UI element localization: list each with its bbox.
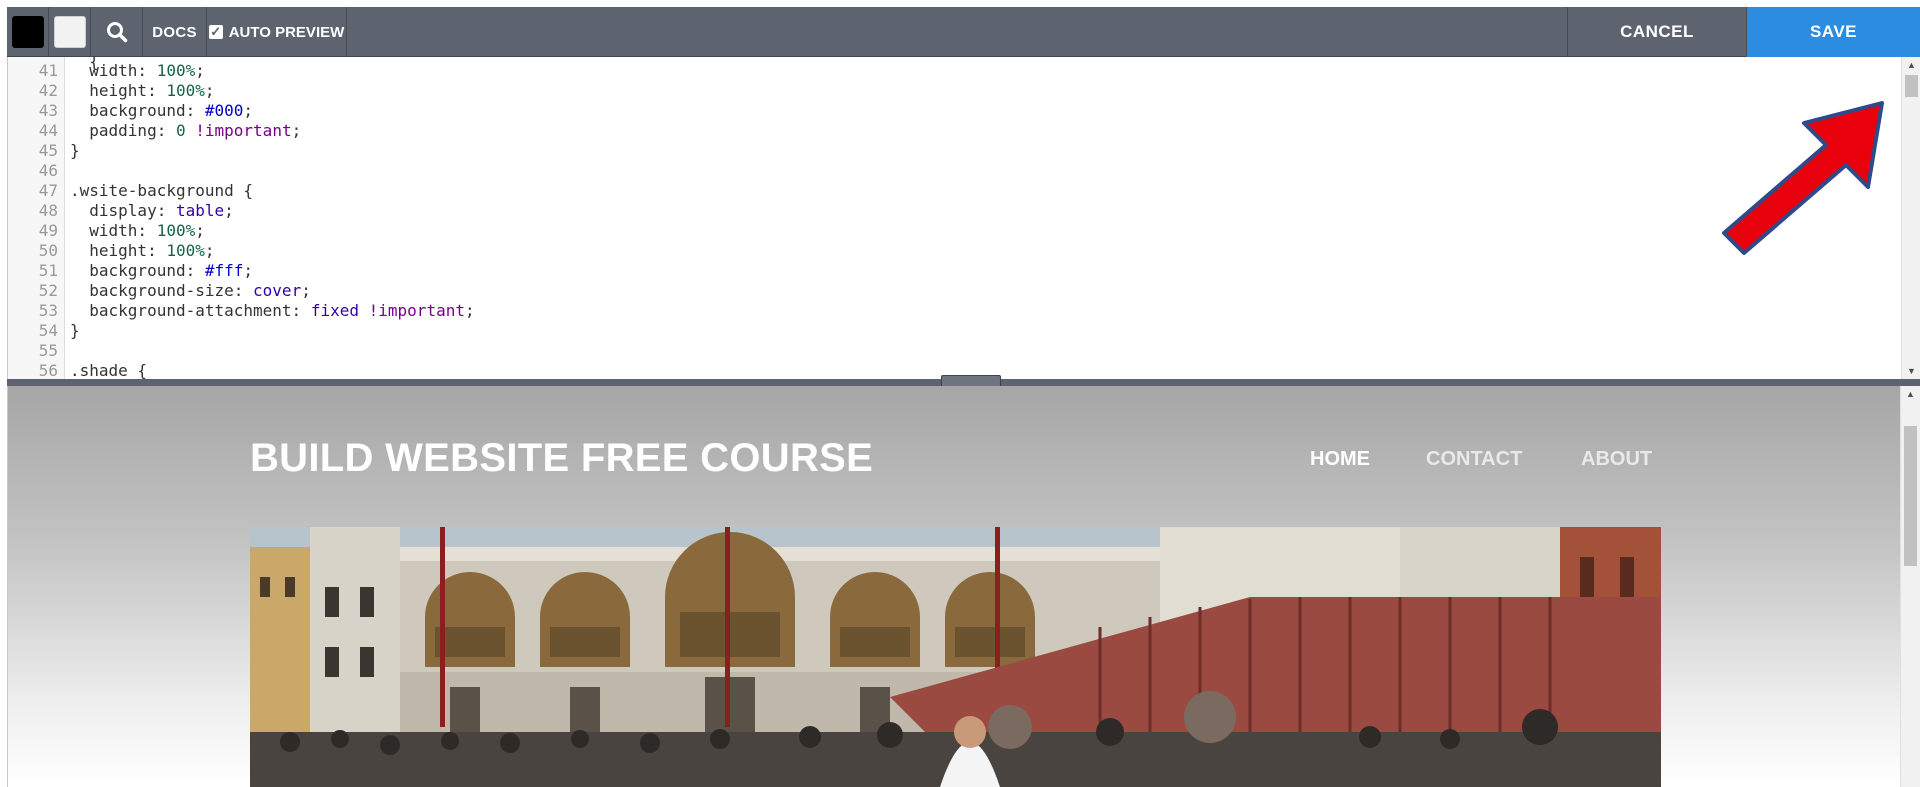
code-line[interactable]: 48 display: table; xyxy=(8,201,1888,221)
code-line[interactable]: 53 background-attachment: fixed !importa… xyxy=(8,301,1888,321)
site-preview: BUILD WEBSITE FREE COURSE HOME CONTACT A… xyxy=(7,386,1902,787)
editor-preview-splitter xyxy=(7,375,1920,389)
code-text: background: #fff; xyxy=(70,261,254,280)
docs-label: DOCS xyxy=(152,23,197,41)
code-text: height: 100%; xyxy=(70,241,215,260)
save-label: SAVE xyxy=(1809,22,1858,41)
code-line[interactable]: 50 height: 100%; xyxy=(8,241,1888,261)
scroll-down-icon[interactable]: ▼ xyxy=(1902,363,1920,379)
scroll-up-icon[interactable]: ▲ xyxy=(1901,386,1920,402)
black-swatch-icon xyxy=(11,16,44,48)
code-text: width: 100%; xyxy=(70,221,205,240)
light-theme-button[interactable] xyxy=(49,7,91,57)
save-button[interactable]: SAVE xyxy=(1747,7,1920,57)
nav-home[interactable]: HOME xyxy=(1310,448,1370,471)
code-line[interactable]: 52 background-size: cover; xyxy=(8,281,1888,301)
editor-scrollbar[interactable]: ▲ ▼ xyxy=(1901,57,1920,379)
search-icon xyxy=(106,22,127,43)
nav-about[interactable]: ABOUT xyxy=(1581,448,1652,471)
code-line[interactable]: 51 background: #fff; xyxy=(8,261,1888,281)
code-line[interactable]: 46 xyxy=(8,161,1888,181)
hero-photo-illustration xyxy=(250,527,1661,787)
code-line[interactable]: 54} xyxy=(8,321,1888,341)
code-text: background-attachment: fixed !important; xyxy=(70,301,475,320)
search-button[interactable] xyxy=(91,7,143,57)
preview-scroll-thumb[interactable] xyxy=(1904,426,1917,566)
editor-toolbar: DOCS ✓ AUTO PREVIEW CANCEL SAVE xyxy=(7,7,1920,57)
code-line[interactable]: 47 .wsite-background { xyxy=(8,181,1888,201)
cancel-label: CANCEL xyxy=(1620,22,1694,41)
code-line[interactable]: 44 padding: 0 !important; xyxy=(8,121,1888,141)
dark-theme-button[interactable] xyxy=(7,7,49,57)
site-title[interactable]: BUILD WEBSITE FREE COURSE xyxy=(250,436,873,481)
code-line[interactable]: 42 height: 100%; xyxy=(8,81,1888,101)
docs-button[interactable]: DOCS xyxy=(143,7,207,57)
auto-preview-label: AUTO PREVIEW xyxy=(228,23,345,41)
red-arrow-icon xyxy=(1722,101,1884,255)
cancel-button[interactable]: CANCEL xyxy=(1567,7,1747,57)
code-line[interactable]: 41 width: 100%; xyxy=(8,61,1888,81)
code-line[interactable]: 49 width: 100%; xyxy=(8,221,1888,241)
code-text: background-size: cover; xyxy=(70,281,311,300)
scroll-up-icon[interactable]: ▲ xyxy=(1902,57,1920,73)
code-text: display: table; xyxy=(70,201,234,220)
code-line[interactable]: 45} xyxy=(8,141,1888,161)
code-text: padding: 0 !important; xyxy=(70,121,302,140)
hero-photo xyxy=(250,527,1661,787)
nav-contact[interactable]: CONTACT xyxy=(1426,448,1522,471)
editor-scroll-thumb[interactable] xyxy=(1905,75,1918,97)
code-line[interactable]: 43 background: #000; xyxy=(8,101,1888,121)
white-swatch-icon xyxy=(53,16,86,48)
code-text: background: #000; xyxy=(70,101,254,120)
code-text: width: 100%; xyxy=(70,61,205,80)
code-line[interactable]: 55 xyxy=(8,341,1888,361)
auto-preview-toggle[interactable]: ✓ AUTO PREVIEW xyxy=(207,7,347,57)
preview-scrollbar[interactable]: ▲ xyxy=(1900,386,1920,787)
css-code-editor[interactable]: { 41 width: 100%; 42 height: 100%; 43 ba… xyxy=(7,57,1920,379)
checkbox-checked-icon[interactable]: ✓ xyxy=(208,25,223,39)
code-text: height: 100%; xyxy=(70,81,215,100)
